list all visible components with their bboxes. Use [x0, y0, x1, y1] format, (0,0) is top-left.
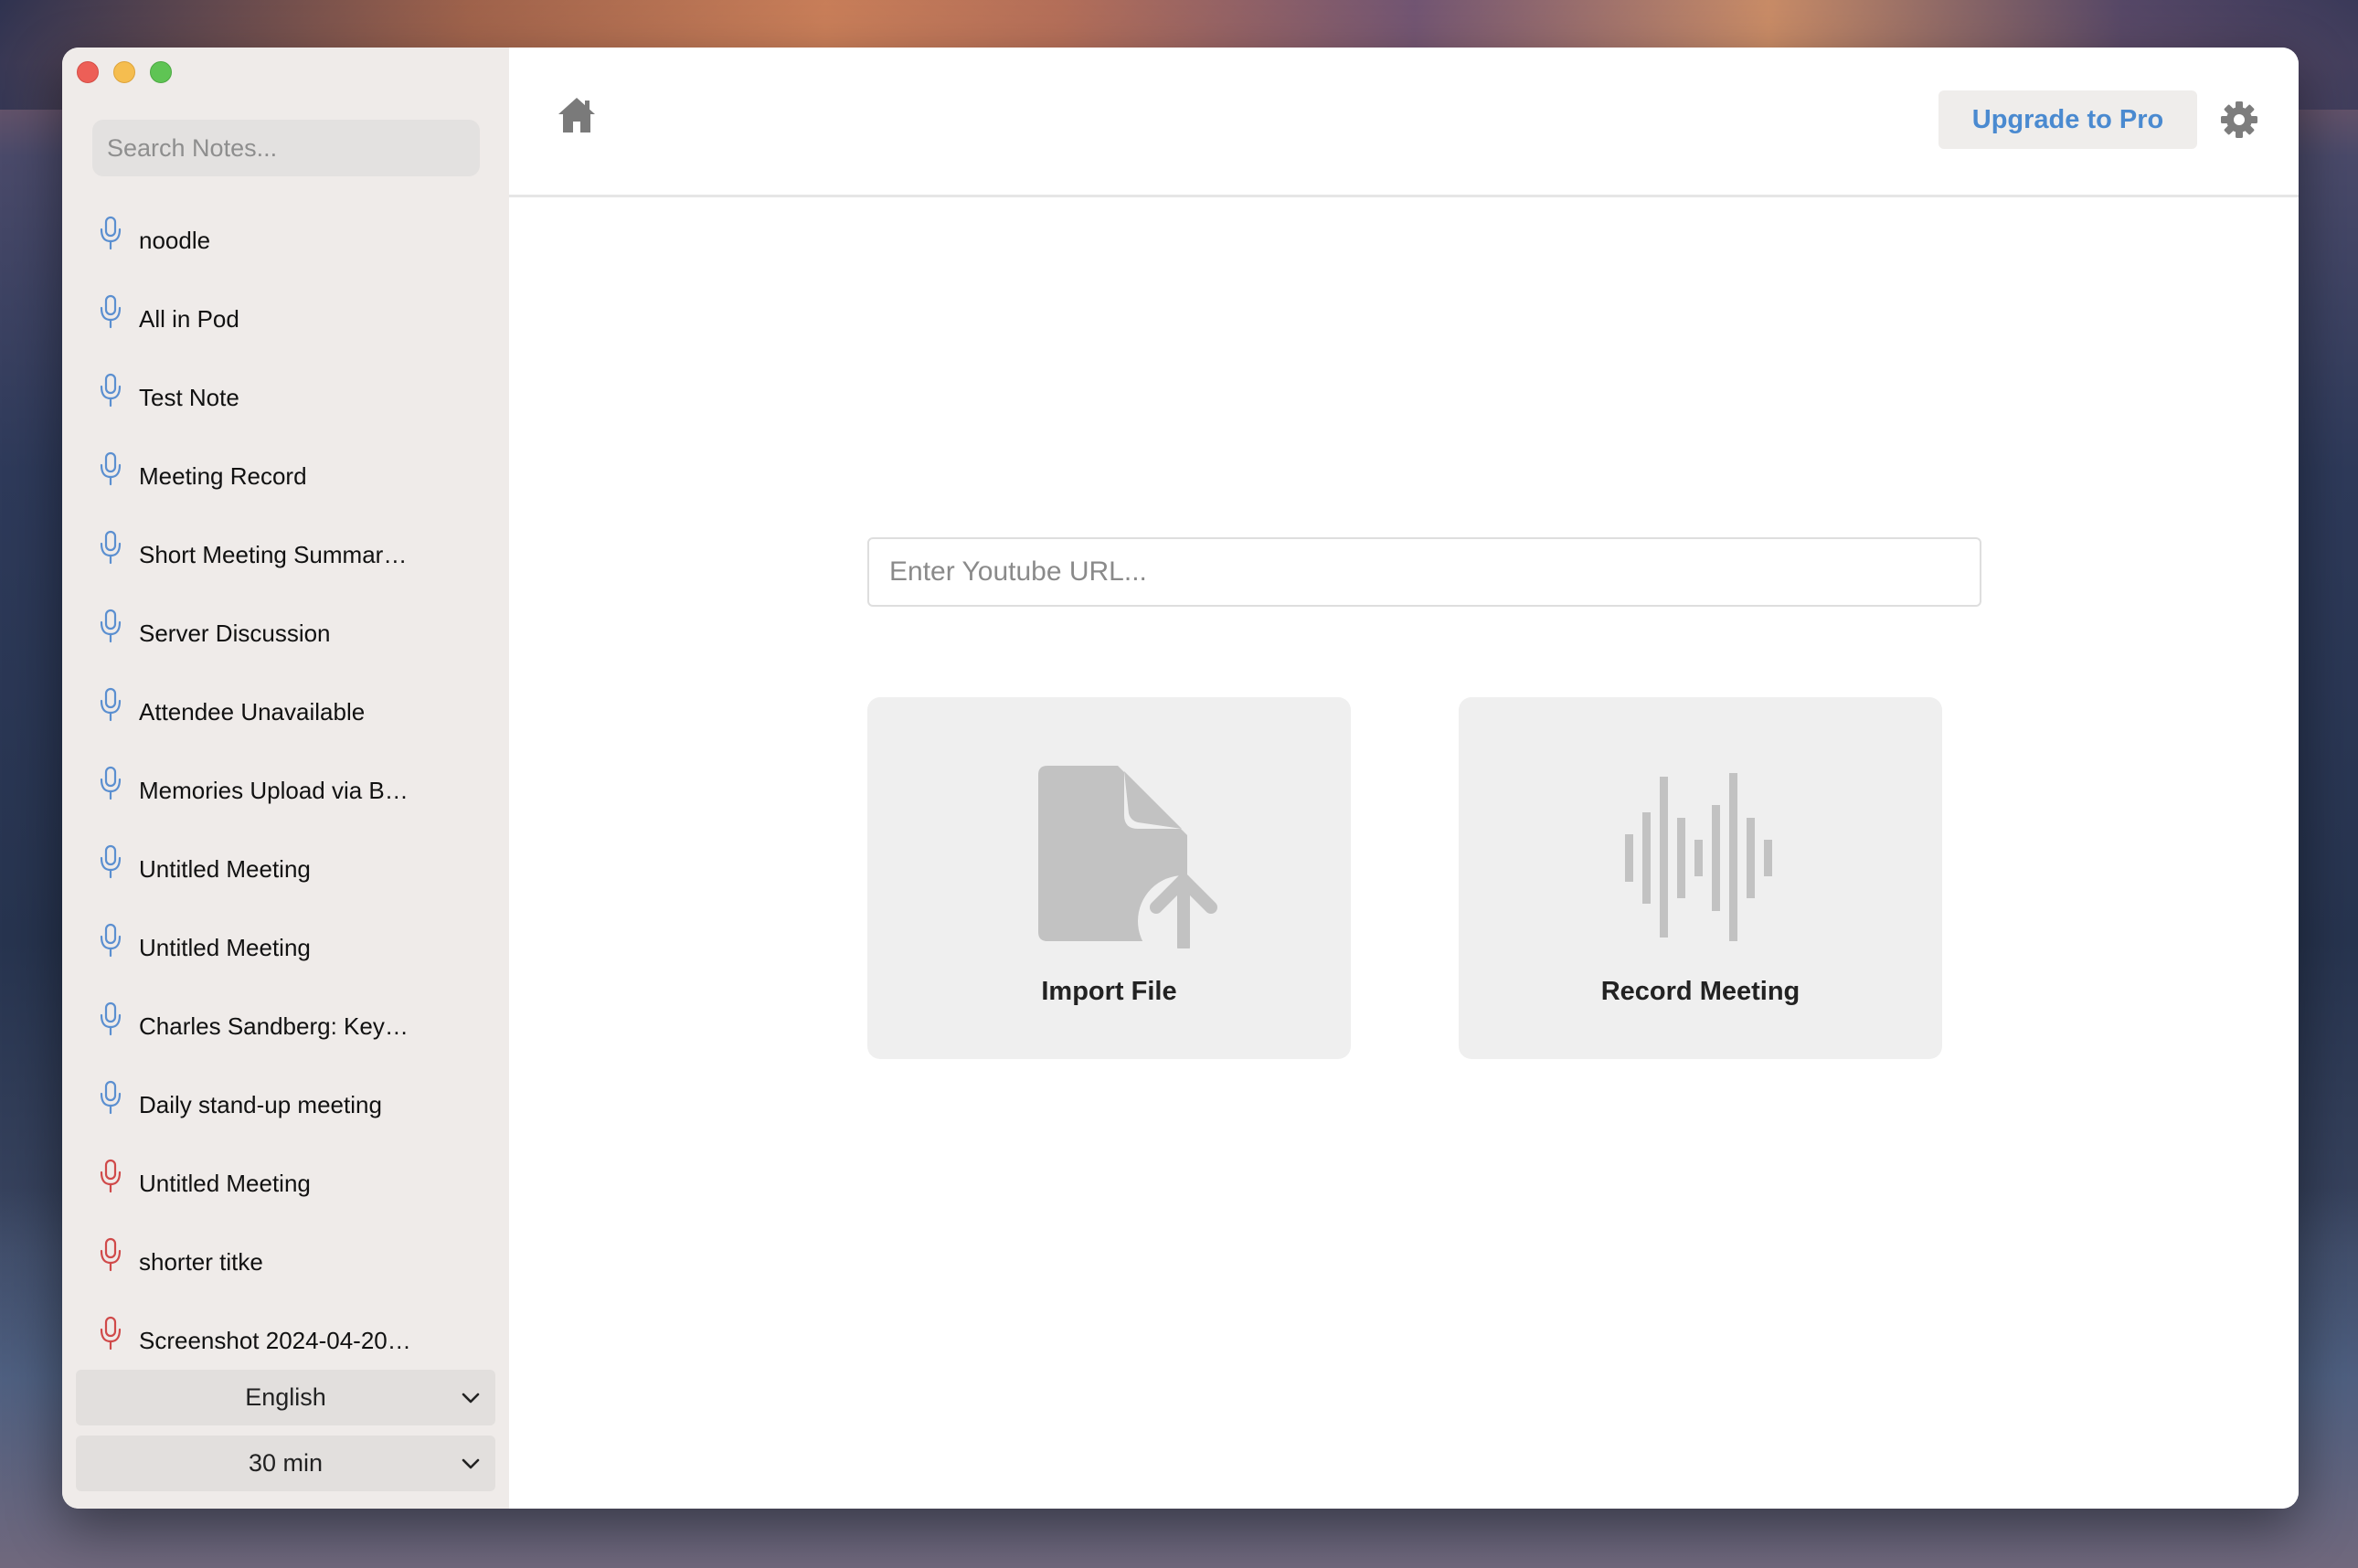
note-title: Short Meeting Summar… [139, 541, 408, 568]
home-icon[interactable] [556, 95, 598, 135]
note-list-item[interactable]: Charles Sandberg: Key… [62, 998, 509, 1076]
note-list-item[interactable]: Untitled Meeting [62, 841, 509, 919]
import-file-label: Import File [1041, 977, 1177, 1006]
note-title: Charles Sandberg: Key… [139, 1012, 409, 1040]
import-file-card[interactable]: Import File [867, 697, 1351, 1059]
microphone-icon [100, 451, 122, 486]
window-minimize-button[interactable] [113, 61, 135, 83]
note-list-item[interactable]: Meeting Record [62, 448, 509, 526]
note-title: Untitled Meeting [139, 934, 311, 961]
note-title: Meeting Record [139, 462, 307, 490]
record-meeting-card[interactable]: Record Meeting [1459, 697, 1942, 1059]
note-title: Untitled Meeting [139, 855, 311, 883]
duration-select-value: 30 min [248, 1449, 324, 1477]
upgrade-to-pro-button[interactable]: Upgrade to Pro [1938, 90, 2197, 149]
note-list-item[interactable]: Daily stand-up meeting [62, 1076, 509, 1155]
language-select-value: English [245, 1383, 326, 1411]
note-list-item[interactable]: Attendee Unavailable [62, 683, 509, 762]
audio-waveform-icon [1625, 773, 1772, 941]
record-meeting-label: Record Meeting [1600, 977, 1800, 1006]
note-title: Server Discussion [139, 620, 331, 647]
note-list-item[interactable]: shorter titke [62, 1234, 509, 1312]
window-close-button[interactable] [77, 61, 99, 83]
chevron-down-icon [462, 1458, 480, 1469]
note-list-item[interactable]: Memories Upload via B… [62, 762, 509, 841]
microphone-icon [100, 609, 122, 643]
microphone-icon [100, 1001, 122, 1036]
sidebar: noodle All in Pod Test Note Meeting Record S… [62, 48, 509, 1509]
note-list-item[interactable]: Server Discussion [62, 605, 509, 683]
search-notes-input[interactable] [92, 120, 480, 176]
note-list-item[interactable]: Untitled Meeting [62, 919, 509, 998]
microphone-icon [100, 1316, 122, 1351]
top-bar: Upgrade to Pro [509, 48, 2299, 197]
file-upload-icon [1038, 766, 1229, 948]
microphone-icon [100, 1159, 122, 1193]
microphone-icon [100, 844, 122, 879]
note-title: Attendee Unavailable [139, 698, 366, 726]
microphone-icon [100, 687, 122, 722]
microphone-icon [100, 530, 122, 565]
note-list-item[interactable]: Test Note [62, 369, 509, 448]
note-list-item[interactable]: All in Pod [62, 291, 509, 369]
microphone-icon [100, 216, 122, 250]
window-maximize-button[interactable] [150, 61, 172, 83]
note-title: All in Pod [139, 305, 239, 333]
app-window: noodle All in Pod Test Note Meeting Record S… [62, 48, 2299, 1509]
microphone-icon [100, 1080, 122, 1115]
note-title: Test Note [139, 384, 239, 411]
note-title: Screenshot 2024-04-20… [139, 1327, 411, 1354]
notes-list: noodle All in Pod Test Note Meeting Record S… [62, 212, 509, 1407]
note-title: Daily stand-up meeting [139, 1091, 382, 1118]
note-title: Untitled Meeting [139, 1170, 311, 1197]
microphone-icon [100, 294, 122, 329]
note-list-item[interactable]: Short Meeting Summar… [62, 526, 509, 605]
note-list-item[interactable]: noodle [62, 212, 509, 291]
note-title: shorter titke [139, 1248, 263, 1276]
chevron-down-icon [462, 1393, 480, 1404]
gear-icon[interactable] [2220, 101, 2258, 139]
note-title: noodle [139, 227, 211, 254]
note-list-item[interactable]: Untitled Meeting [62, 1155, 509, 1234]
microphone-icon [100, 373, 122, 408]
note-title: Memories Upload via B… [139, 777, 409, 804]
microphone-icon [100, 766, 122, 800]
youtube-url-input[interactable] [867, 537, 1981, 607]
language-select[interactable]: English [76, 1370, 495, 1425]
duration-select[interactable]: 30 min [76, 1436, 495, 1491]
microphone-icon [100, 923, 122, 958]
microphone-icon [100, 1237, 122, 1272]
main-panel: Upgrade to Pro Enter Youtube URL... Impo… [509, 48, 2299, 1509]
